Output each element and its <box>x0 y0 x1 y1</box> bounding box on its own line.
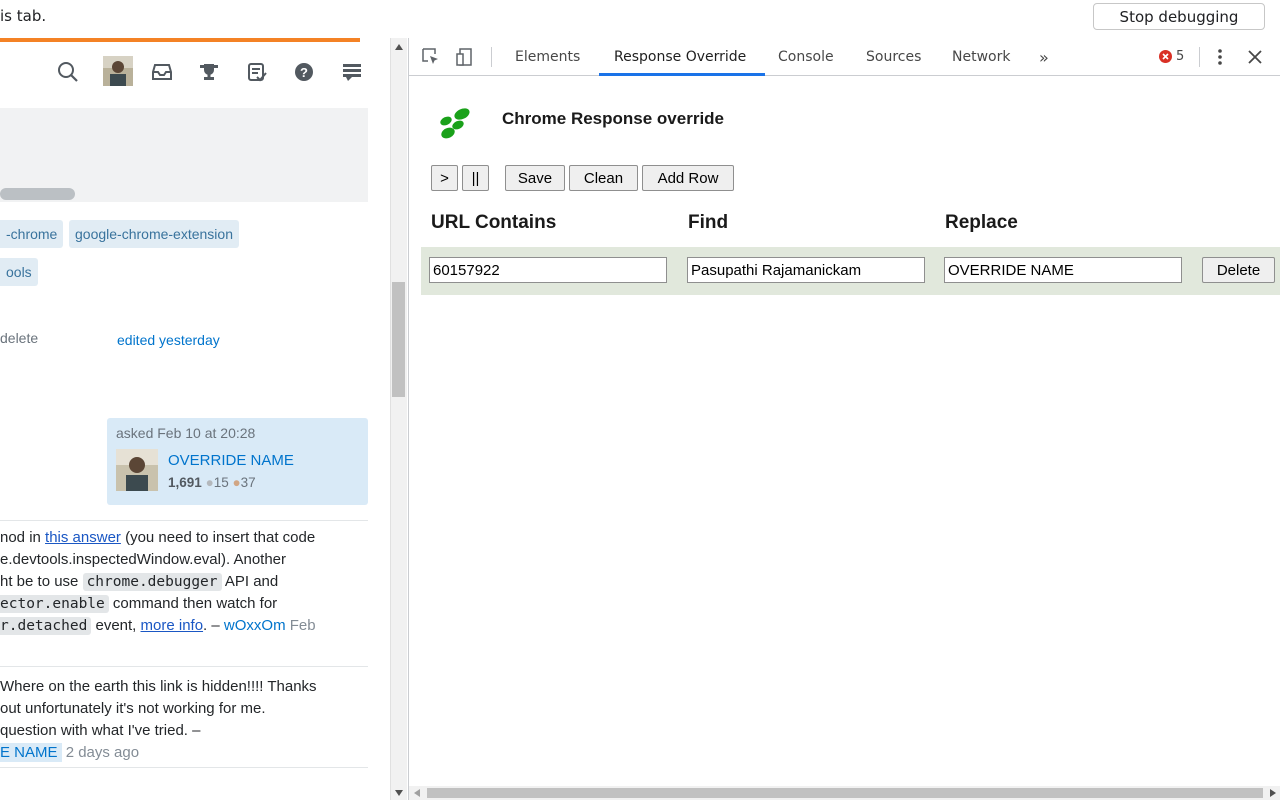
replace-input[interactable] <box>944 257 1182 283</box>
inline-code: chrome.debugger <box>82 573 222 591</box>
svg-text:?: ? <box>300 65 308 80</box>
comment1-text: . – <box>203 617 224 634</box>
devtools-tabbar: Elements Response Override Console Sourc… <box>409 38 1280 76</box>
scroll-right-arrow-icon[interactable] <box>1270 789 1276 797</box>
tab-response-override[interactable]: Response Override <box>614 38 746 76</box>
more-tabs-icon[interactable]: » <box>1039 38 1049 76</box>
comment2-line1: Where on the earth this link is hidden!!… <box>0 678 317 695</box>
tab-network[interactable]: Network <box>952 38 1010 76</box>
asked-date: asked Feb 10 at 20:28 <box>116 425 256 441</box>
comment1-line5: r.detached event, more info. – wOxxOm Fe… <box>0 615 316 637</box>
extension-logo-icon <box>440 108 470 139</box>
column-find: Find <box>688 212 729 233</box>
column-url-contains: URL Contains <box>431 212 557 233</box>
search-icon[interactable] <box>56 60 80 84</box>
comment1-text: API and <box>221 573 279 590</box>
site-switcher-icon[interactable] <box>340 60 364 84</box>
page-scrollbar-thumb[interactable] <box>392 282 405 397</box>
comment1-text: ht be to use <box>0 573 83 590</box>
url-contains-input[interactable] <box>429 257 667 283</box>
tab-console[interactable]: Console <box>778 38 834 76</box>
asked-user-card: asked Feb 10 at 20:28 OVERRIDE NAME 1,69… <box>107 418 368 505</box>
error-count: 5 <box>1176 49 1185 64</box>
tab-sources[interactable]: Sources <box>866 38 921 76</box>
comment1-text: (you need to insert that code <box>120 529 316 546</box>
find-input[interactable] <box>687 257 925 283</box>
tab-elements[interactable]: Elements <box>515 38 580 76</box>
debugging-infobar: is tab. Stop debugging <box>0 0 1280 38</box>
comment2-line3: question with what I've tried. – <box>0 722 201 739</box>
review-queues-icon[interactable] <box>245 60 269 84</box>
help-icon[interactable]: ? <box>292 60 316 84</box>
comment-divider <box>0 767 368 768</box>
toolbar-divider <box>491 47 492 67</box>
response-override-panel: Chrome Response override > || Save Clean… <box>409 76 1280 786</box>
delete-link[interactable]: delete <box>0 330 38 346</box>
inline-code: r.detached <box>0 617 92 635</box>
comment1-user-link[interactable]: wOxxOm <box>224 617 286 634</box>
inline-code: ector.enable <box>0 595 109 613</box>
inspect-element-icon[interactable] <box>421 47 441 67</box>
column-replace: Replace <box>945 212 1018 233</box>
comment-divider <box>0 666 368 667</box>
pause-button[interactable]: || <box>462 165 489 191</box>
comment1-text: event, <box>91 617 141 634</box>
edited-link[interactable]: edited yesterday <box>117 332 220 348</box>
achievements-trophy-icon[interactable] <box>197 60 221 84</box>
avatar-icon[interactable] <box>103 56 133 86</box>
toolbar-divider <box>1199 47 1200 67</box>
clean-button[interactable]: Clean <box>569 165 638 191</box>
start-button[interactable]: > <box>431 165 458 191</box>
save-button[interactable]: Save <box>505 165 565 191</box>
comments-divider <box>0 520 368 521</box>
scroll-up-arrow-icon[interactable] <box>395 44 403 50</box>
asked-user-name[interactable]: OVERRIDE NAME <box>168 452 294 469</box>
close-devtools-icon[interactable] <box>1245 47 1265 67</box>
comment2-date: 2 days ago <box>65 744 140 761</box>
code-scrollbar-thumb[interactable] <box>0 188 75 200</box>
scroll-down-arrow-icon[interactable] <box>395 790 403 796</box>
user-reputation-line: 1,691 ●15 ●37 <box>168 475 256 490</box>
comment2-user-link[interactable]: E NAME <box>0 743 62 762</box>
comment1-date: Feb <box>285 617 316 634</box>
error-icon <box>1159 50 1172 63</box>
stackoverflow-page: ? -chrome google-chrome-extension ools d… <box>0 38 390 800</box>
tag-chrome[interactable]: -chrome <box>0 220 64 248</box>
user-reputation: 1,691 <box>168 475 202 490</box>
panel-scrollbar-thumb[interactable] <box>427 788 1263 798</box>
tag-google-chrome-extension[interactable]: google-chrome-extension <box>69 220 239 248</box>
device-toolbar-icon[interactable] <box>455 47 475 67</box>
silver-badge-icon: ● <box>205 475 214 490</box>
comment1-text: command then watch for <box>108 595 278 612</box>
tag-devtools[interactable]: ools <box>0 258 38 286</box>
bronze-badge-icon: ● <box>232 475 241 490</box>
panel-title: Chrome Response override <box>502 109 725 128</box>
infobar-text: is tab. <box>0 7 47 25</box>
comment1-line1: nod in this answer (you need to insert t… <box>0 527 315 549</box>
this-answer-link[interactable]: this answer <box>45 529 121 546</box>
so-topbar: ? <box>0 42 390 106</box>
bronze-count: 37 <box>240 475 256 490</box>
comment2-line2: out unfortunately it's not working for m… <box>0 700 266 717</box>
silver-count: 15 <box>213 475 229 490</box>
kebab-menu-icon[interactable] <box>1210 47 1230 67</box>
comment1-line2: e.devtools.inspectedWindow.eval). Anothe… <box>0 551 287 568</box>
inbox-icon[interactable] <box>150 60 174 84</box>
comment1-text: nod in <box>0 529 46 546</box>
comment2-line4: E NAME 2 days ago <box>0 742 139 764</box>
error-counter[interactable]: 5 <box>1159 49 1184 64</box>
devtools-pane: Elements Response Override Console Sourc… <box>408 38 1280 800</box>
delete-row-button[interactable]: Delete <box>1202 257 1275 283</box>
scroll-left-arrow-icon[interactable] <box>414 789 420 797</box>
page-vertical-scrollbar[interactable] <box>390 38 407 800</box>
comment1-line3: ht be to use chrome.debugger API and <box>0 571 278 593</box>
user-avatar[interactable] <box>116 449 158 491</box>
stop-debugging-button[interactable]: Stop debugging <box>1093 3 1265 30</box>
add-row-button[interactable]: Add Row <box>642 165 734 191</box>
comment1-line4: ector.enable command then watch for <box>0 593 277 615</box>
more-info-link[interactable]: more info <box>141 617 204 634</box>
